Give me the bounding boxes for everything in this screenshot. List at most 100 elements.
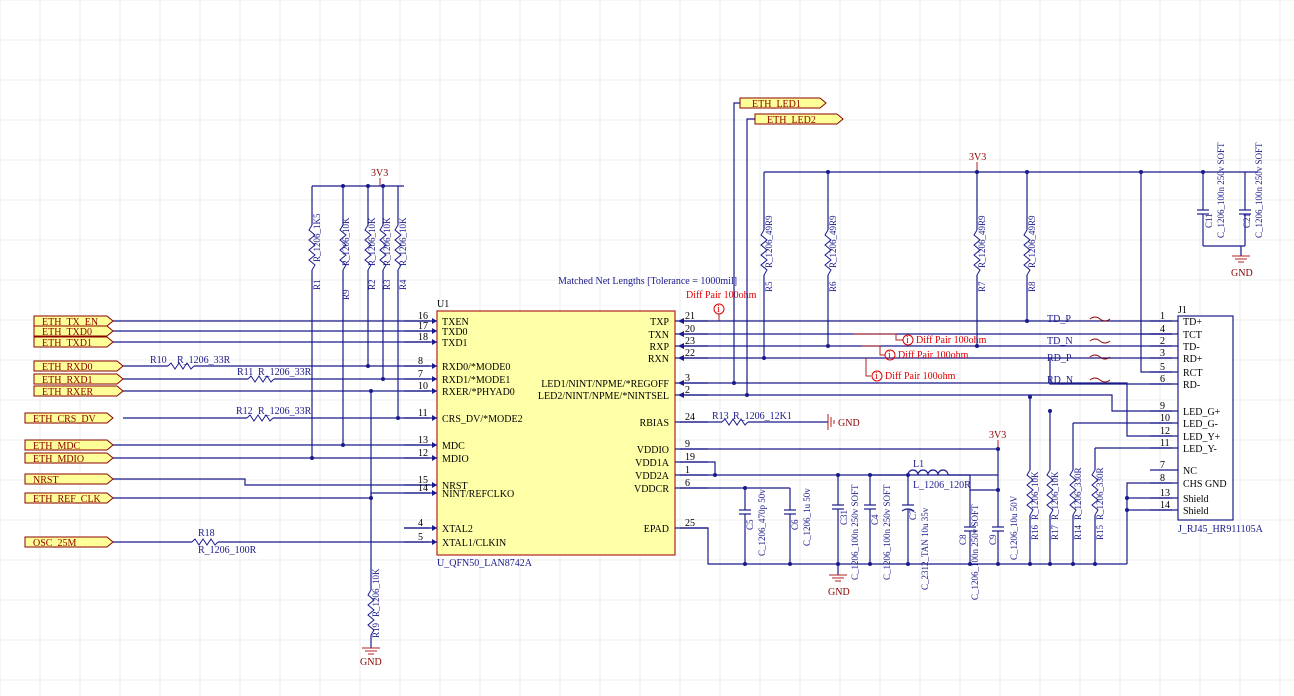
j1-pin-shield: Shield	[1183, 506, 1209, 517]
j1-pin-led-g: LED_G-	[1183, 419, 1218, 430]
r8-value: R_1206_49R9	[1027, 215, 1037, 268]
u1-part: U_QFN50_LAN8742A	[437, 558, 533, 569]
j1-pin-num: 13	[1160, 488, 1170, 499]
net-label-rd-n: RD_N	[1047, 375, 1073, 386]
r16-value: R_1206_10K	[1030, 471, 1040, 520]
c11-label: C11	[1204, 213, 1214, 228]
u1-chip[interactable]: U1 U_QFN50_LAN8742A 16TXEN17TXD018TXD18R…	[404, 299, 708, 569]
u1-pin-num: 2	[685, 385, 690, 396]
u1-pin-num: 5	[418, 532, 423, 543]
u1-pin-rxer-phyad0: RXER/*PHYAD0	[442, 387, 515, 398]
j1-pin-rd: RD+	[1183, 354, 1203, 365]
u1-pin-rbias: RBIAS	[640, 418, 669, 429]
u1-body	[436, 310, 676, 556]
c4-value: C_1206_100n 250v SOFT	[882, 484, 892, 580]
u1-pin-arrow-nint-refclko	[432, 490, 437, 496]
j1-pin-shield: Shield	[1183, 494, 1209, 505]
r3-value: R_1206_10K	[382, 217, 392, 266]
u1-pin-arrow-nrst	[432, 482, 437, 488]
c21-label: C21	[1242, 213, 1252, 228]
r14-value: R_1206_330R	[1073, 467, 1083, 520]
u1-pin-num: 24	[685, 412, 695, 423]
u1-designator: U1	[437, 299, 449, 310]
c11-value: C_1206_100n 250v SOFT	[1216, 142, 1226, 238]
u1-pin-crs-dv-mode2: CRS_DV/*MODE2	[442, 414, 523, 425]
power-label-3v3-right: 3V3	[969, 152, 986, 163]
c7-label: C7	[908, 509, 918, 520]
u1-pin-arrow-mdio	[432, 455, 437, 461]
j1-pin-num: 8	[1160, 473, 1165, 484]
c6-label: C6	[790, 519, 800, 530]
gnd-label-r19: GND	[360, 657, 382, 668]
r19-value: R_1206_10K	[371, 568, 381, 617]
u1-pin-rxd1-mode1: RXD1/*MODE1	[442, 375, 510, 386]
j1-pin-num: 6	[1160, 374, 1165, 385]
port-label-eth-txd0: ETH_TXD0	[42, 327, 92, 338]
pullup-bank: 3V3 R1 R_1206_1K5 R9 R_1206_10K R2 R_120…	[308, 168, 408, 460]
u1-pin-txd1: TXD1	[442, 338, 468, 349]
r5-label: R5	[764, 281, 774, 292]
u1-pin-num: 7	[418, 369, 423, 380]
diff-pair-label-2: Diff Pair 100ohm	[916, 335, 987, 346]
gnd-label-rbias: GND	[838, 418, 860, 429]
r18-value: R_1206_100R	[198, 545, 257, 556]
port-label-eth-mdio: ETH_MDIO	[33, 454, 84, 465]
c7-value: C_2312_TAN 10u 35v	[920, 507, 930, 590]
u1-pin-num: 25	[685, 518, 695, 529]
schematic-canvas[interactable]: 3V3 R1 R_1206_1K5 R9 R_1206_10K R2 R_120…	[0, 0, 1294, 696]
u1-pin-vdd1a: VDD1A	[635, 458, 670, 469]
r9-value: R_1206_10K	[341, 217, 351, 266]
net-label-td-p: TD_P	[1047, 314, 1071, 325]
power-label-3v3-decoupling: 3V3	[989, 430, 1006, 441]
c21-value: C_1206_100n 250v SOFT	[1254, 142, 1264, 238]
r15-value: R_1206_330R	[1095, 467, 1105, 520]
u1-pin-vddcr: VDDCR	[634, 484, 669, 495]
c9-value: C_1206_10u 50V	[1009, 495, 1019, 560]
port-label-eth-led1: ETH_LED1	[752, 99, 801, 110]
port-label-eth-ref-clk: ETH_REF_CLK	[33, 494, 102, 505]
u1-pin-num: 8	[418, 356, 423, 367]
port-label-nrst: NRST	[33, 475, 59, 486]
u1-pin-num: 18	[418, 332, 428, 343]
j1-pin-num: 10	[1160, 413, 1170, 424]
u1-pin-txn: TXN	[648, 330, 669, 341]
r17-value: R_1206_10K	[1050, 471, 1060, 520]
j1-connector[interactable]: J1 J_RJ45_HR911105A 1 TD+ 4 TCT 2 TD- 3 RD+ 5 RCT…	[1150, 305, 1264, 535]
diff-pair-label-4: Diff Pair 100ohm	[885, 371, 956, 382]
j1-pin-led-y: LED_Y+	[1183, 432, 1221, 443]
diff-pair-label-tx: Diff Pair 100ohm	[686, 290, 757, 301]
r11-label: R11	[237, 367, 253, 378]
u1-pin-num: 12	[418, 448, 428, 459]
j1-pin-td: TD+	[1183, 317, 1202, 328]
u1-pin-num: 17	[418, 321, 428, 332]
c5-value: C_1206_470p 50v	[757, 489, 767, 556]
u1-pin-xtal1-clkin: XTAL1/CLKIN	[442, 538, 506, 549]
j1-pin-rct: RCT	[1183, 368, 1202, 379]
u1-pin-num: 9	[685, 439, 690, 450]
c31-label: C31	[839, 510, 849, 525]
u1-pin-vdd2a: VDD2A	[635, 471, 670, 482]
c5-label: C5	[745, 519, 755, 530]
u1-pin-txp: TXP	[650, 317, 669, 328]
u1-pin-txd0: TXD0	[442, 327, 468, 338]
led-wiring	[680, 102, 1172, 437]
u1-pin-num: 11	[418, 408, 428, 419]
c6-value: C_1206_1u 50v	[802, 488, 812, 546]
u1-pin-arrow-crs-dv-mode2	[432, 415, 437, 421]
r8-label: R8	[1027, 281, 1037, 292]
r2-value: R_1206_10K	[367, 217, 377, 266]
u1-pin-num: 4	[418, 518, 423, 529]
net-label-rd-p: RD_P	[1047, 353, 1072, 364]
l1-value: L_1206_120R	[913, 480, 971, 491]
c31-value: C_1206_100n 250v SOFT	[850, 484, 860, 580]
r11-value: R_1206_33R	[258, 367, 312, 378]
port-label-eth-mdc: ETH_MDC	[33, 441, 81, 452]
gnd-label-caps: GND	[1231, 268, 1253, 279]
u1-pin-arrow-mdc	[432, 442, 437, 448]
r17-label: R17	[1050, 524, 1060, 540]
u1-pin-arrow-xtal1-clkin	[432, 539, 437, 545]
u1-pin-num: 22	[685, 348, 695, 359]
r12-label: R12	[236, 406, 253, 417]
u1-pin-arrow-txd1	[432, 339, 437, 345]
r1-label: R1	[312, 279, 322, 290]
